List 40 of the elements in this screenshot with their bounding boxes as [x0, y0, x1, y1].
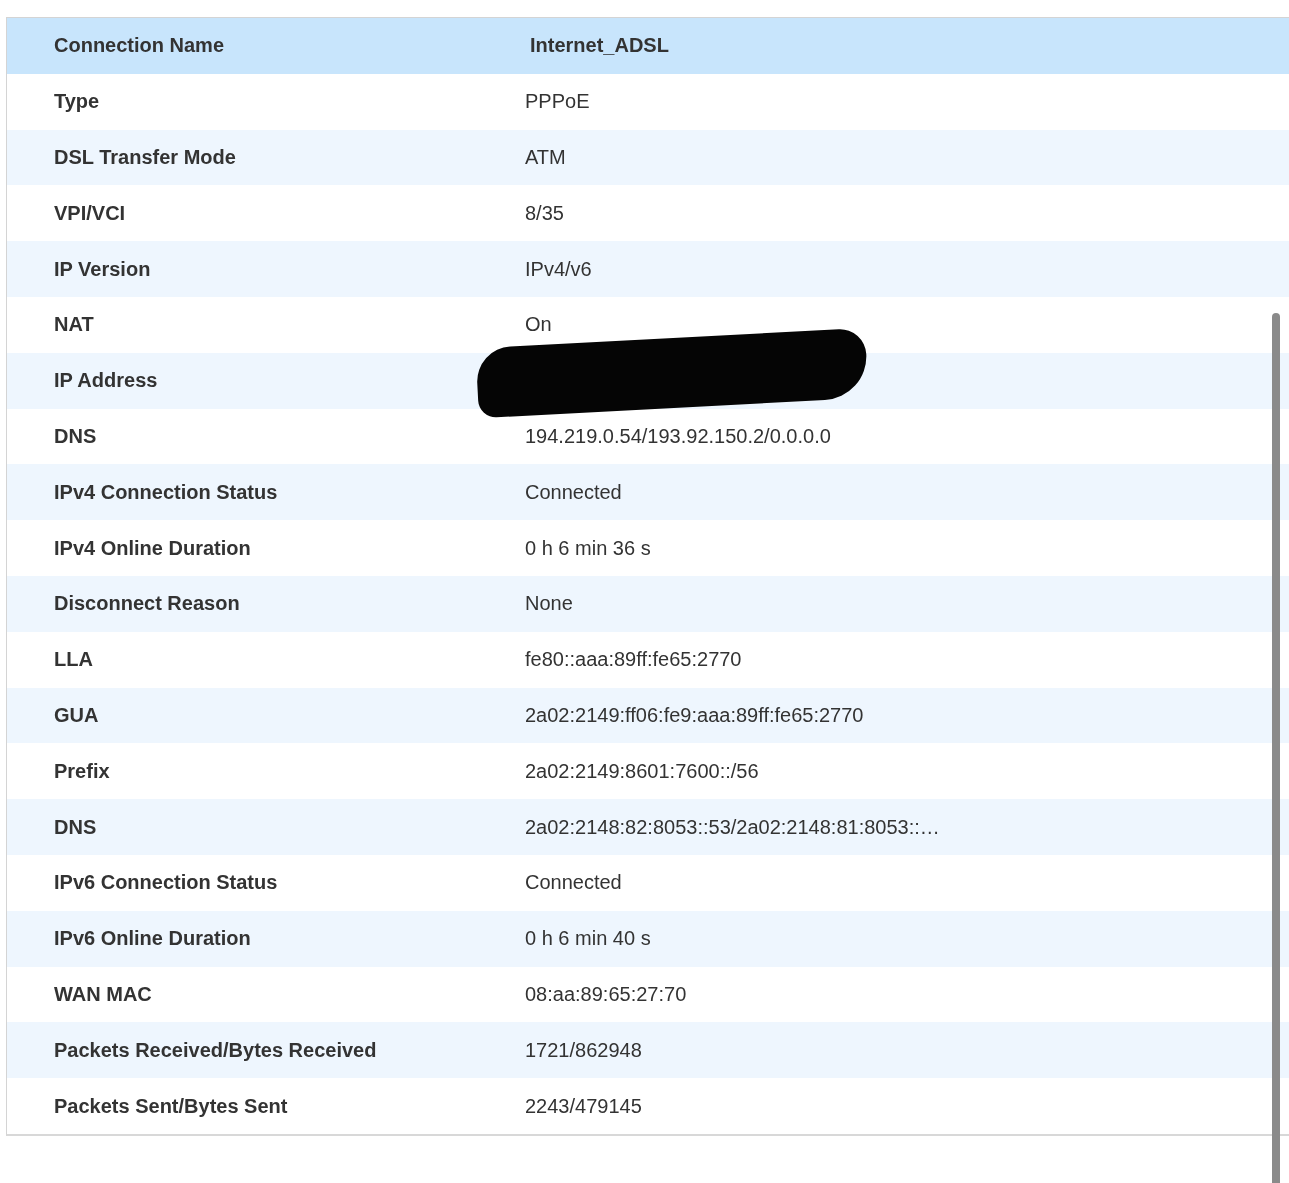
- header-value: Internet_ADSL: [530, 34, 669, 58]
- row-label: GUA: [54, 703, 99, 727]
- row-label: IPv6 Online Duration: [54, 927, 251, 951]
- row-value: 0 h 6 min 36 s: [525, 536, 651, 560]
- row-value: 08:aa:89:65:27:70: [525, 982, 687, 1006]
- row-label: IPv4 Connection Status: [54, 480, 278, 504]
- scrollbar-thumb[interactable]: [1272, 313, 1280, 1183]
- row-label: Disconnect Reason: [54, 592, 240, 616]
- row-value: 8/35: [525, 201, 564, 225]
- row-value: 2a02:2149:ff06:fe9:aaa:89ff:fe65:2770: [525, 703, 864, 727]
- row-label: Packets Sent/Bytes Sent: [54, 1094, 288, 1118]
- row-value: IPv4/v6: [525, 257, 592, 281]
- row-value: 2243/479145: [525, 1094, 642, 1118]
- row-value: Connected: [525, 480, 622, 504]
- row-value: 1721/862948: [525, 1038, 642, 1062]
- row-value: 2a02:2148:82:8053::53/2a02:2148:81:8053::…: [525, 815, 940, 839]
- row-label: Connection Name: [54, 34, 225, 58]
- row-value: fe80::aaa:89ff:fe65:2770: [525, 648, 742, 672]
- row-value: ATM: [525, 146, 566, 169]
- row-label: Type: [54, 90, 100, 114]
- row-label: IPv4 Online Duration: [54, 536, 251, 560]
- row-label: LLA: [54, 648, 93, 672]
- row-value: On: [525, 313, 552, 337]
- row-label: WAN MAC: [54, 982, 152, 1006]
- row-value: 2a02:2149:8601:7600::/56: [525, 759, 759, 783]
- row-label: DSL Transfer Mode: [54, 146, 236, 169]
- row-value: Connected: [525, 871, 622, 895]
- row-value: None: [525, 592, 573, 616]
- row-label: VPI/VCI: [54, 201, 126, 225]
- row-label: IP Version: [54, 257, 151, 281]
- row-label: Prefix: [54, 759, 110, 783]
- row-value: PPPoE: [525, 90, 590, 114]
- row-label: Packets Received/Bytes Received: [54, 1038, 377, 1062]
- row-label: DNS: [54, 815, 97, 839]
- row-label: DNS: [54, 424, 97, 448]
- row-label: NAT: [54, 313, 94, 337]
- row-label: IP Address: [54, 369, 158, 393]
- row-label: IPv6 Connection Status: [54, 871, 278, 895]
- row-value: 0 h 6 min 40 s: [525, 927, 651, 951]
- row-value: 194.219.0.54/193.92.150.2/0.0.0.0: [525, 424, 831, 448]
